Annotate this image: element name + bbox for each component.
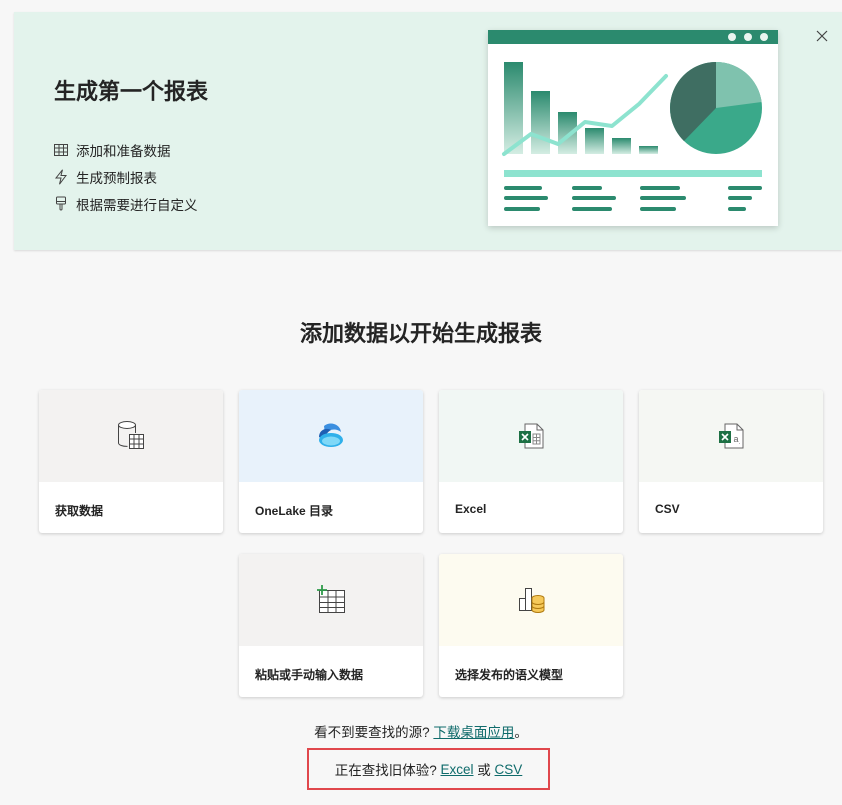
card-label: 粘贴或手动输入数据 (255, 668, 364, 682)
csv-icon: a . (719, 423, 744, 449)
legacy-prefix: 正在查找旧体验? (334, 763, 437, 778)
footer-desktop-line: 看不到要查找的源? 下载桌面应用。 (0, 721, 842, 741)
excel-card[interactable]: Excel (439, 390, 623, 533)
feature-item: 生成预制报表 (54, 163, 198, 190)
database-table-icon (118, 421, 144, 449)
report-illustration (488, 30, 778, 226)
semantic-model-icon (519, 588, 545, 613)
footer-prefix: 看不到要查找的源? (314, 725, 430, 740)
illustration-chart (502, 62, 762, 211)
csv-card[interactable]: a . CSV (639, 390, 823, 533)
feature-list: 添加和准备数据 生成预制报表 根据需要进行自定义 (54, 136, 198, 217)
download-desktop-link[interactable]: 下载桌面应用 (433, 725, 514, 740)
legacy-csv-link[interactable]: CSV (495, 762, 523, 777)
excel-icon (519, 423, 544, 449)
close-banner-button[interactable] (812, 26, 832, 46)
feature-label: 添加和准备数据 (76, 143, 171, 159)
lightning-icon (54, 168, 74, 185)
illustration-titlebar (488, 30, 778, 44)
footer-suffix: 。 (514, 725, 528, 740)
close-icon[interactable] (816, 30, 828, 42)
card-label: CSV (655, 502, 680, 516)
table-add-icon (317, 585, 345, 613)
feature-item: 添加和准备数据 (54, 136, 198, 163)
card-label: Excel (455, 502, 487, 516)
feature-label: 生成预制报表 (76, 170, 157, 186)
onelake-icon (319, 423, 343, 447)
onelake-catalog-card[interactable]: OneLake 目录 (239, 390, 423, 533)
welcome-banner: 生成第一个报表 添加和准备数据 生成预制报表 根据需要进行自定义 (14, 12, 842, 250)
legacy-experience-box: 正在查找旧体验? Excel 或 CSV (307, 748, 550, 790)
legacy-or: 或 (477, 763, 491, 778)
get-data-card[interactable]: 获取数据 (39, 390, 223, 533)
paste-manual-data-card[interactable]: 粘贴或手动输入数据 (239, 554, 423, 697)
main-heading: 添加数据以开始生成报表 (299, 321, 542, 346)
feature-label: 根据需要进行自定义 (76, 197, 198, 213)
card-label: OneLake 目录 (255, 504, 334, 518)
semantic-model-card[interactable]: 选择发布的语义模型 (439, 554, 623, 697)
table-icon (54, 142, 74, 158)
card-label: 选择发布的语义模型 (455, 668, 564, 682)
paintbrush-icon (54, 196, 74, 212)
card-label: 获取数据 (55, 504, 104, 518)
banner-title: 生成第一个报表 (54, 79, 209, 104)
legacy-excel-link[interactable]: Excel (440, 762, 473, 777)
feature-item: 根据需要进行自定义 (54, 190, 198, 217)
